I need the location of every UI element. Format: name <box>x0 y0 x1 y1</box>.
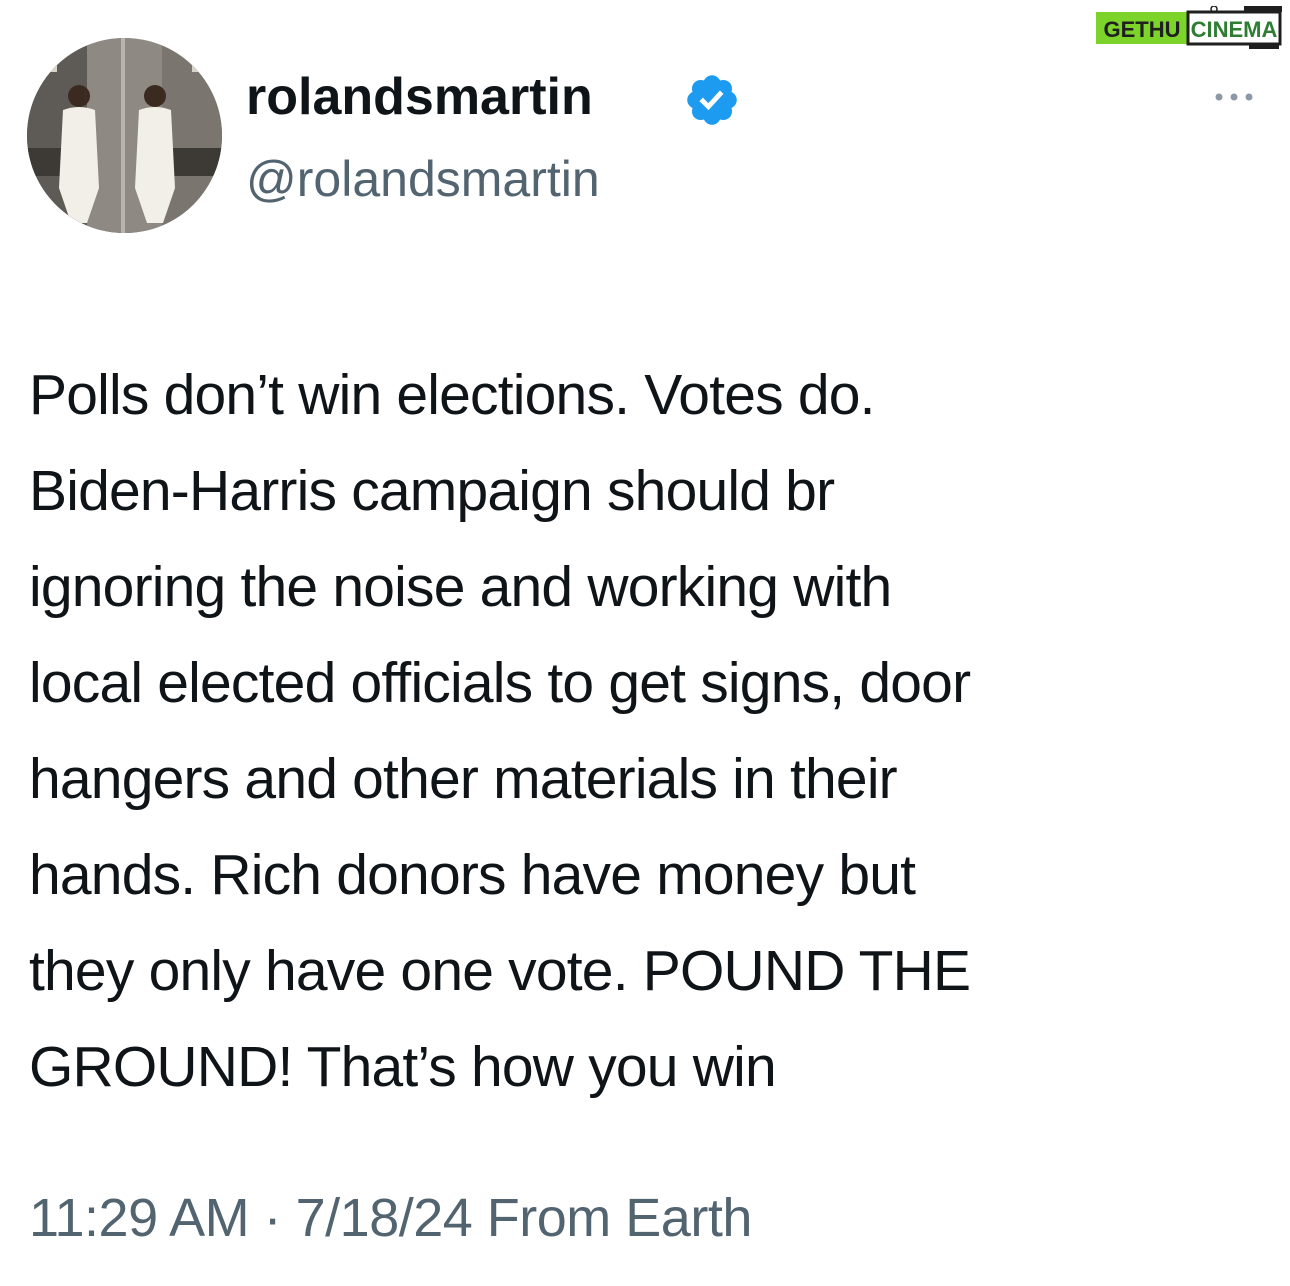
tweet-text: Polls don’t win elections. Votes do. Bid… <box>29 363 971 1099</box>
profile-photo-icon <box>27 38 222 233</box>
verified-badge-icon <box>683 71 741 129</box>
user-handle[interactable]: @rolandsmartin <box>246 146 600 212</box>
svg-text:CINEMA: CINEMA <box>1191 17 1278 42</box>
tweet-timestamp[interactable]: 11:29 AM · 7/18/24 From Earth <box>29 1183 752 1253</box>
ellipsis-icon[interactable] <box>1210 85 1258 109</box>
avatar[interactable] <box>27 38 222 233</box>
display-name[interactable]: rolandsmartin <box>246 62 593 132</box>
gethu-cinema-watermark: GETHU CINEMA <box>1094 5 1286 50</box>
svg-text:GETHU: GETHU <box>1104 17 1181 42</box>
